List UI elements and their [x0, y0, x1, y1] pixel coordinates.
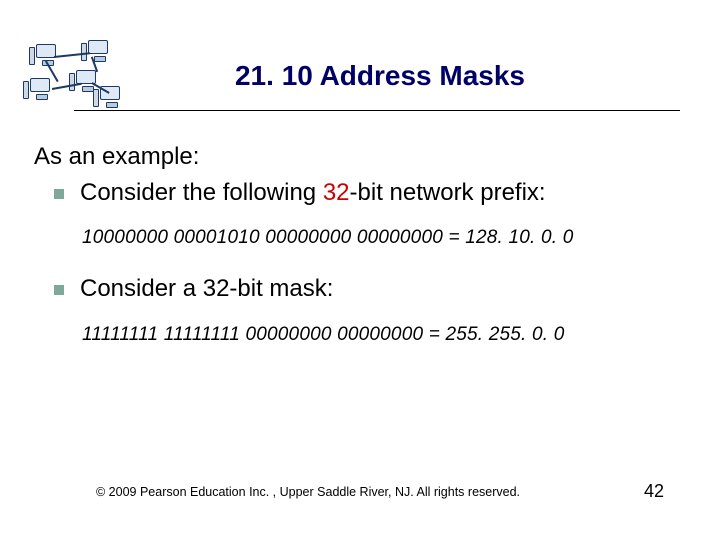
bullet-icon — [54, 285, 64, 295]
bullet-2-text: Consider a 32-bit mask: — [80, 273, 333, 305]
bullet-1: Consider the following 32-bit network pr… — [54, 177, 680, 209]
title-rule — [74, 110, 680, 111]
bullet-1-accent: 32 — [323, 179, 350, 206]
bullet-1-a: Consider the following — [80, 179, 323, 206]
slide: 21. 10 Address Masks As an example: Cons… — [0, 0, 720, 540]
content: As an example: Consider the following 32… — [0, 123, 720, 346]
page-number: 42 — [644, 481, 664, 502]
bullet-2: Consider a 32-bit mask: — [54, 273, 680, 305]
intro-text: As an example: — [34, 143, 680, 171]
bullet-icon — [54, 189, 64, 199]
mask-binary-line: 11111111 11111111 00000000 00000000 = 25… — [82, 324, 680, 346]
footer: © 2009 Pearson Education Inc. , Upper Sa… — [0, 481, 720, 502]
prefix-binary-line: 10000000 00001010 00000000 00000000 = 12… — [82, 227, 680, 249]
bullet-1-b: -bit network prefix: — [350, 179, 546, 206]
header: 21. 10 Address Masks — [0, 0, 720, 123]
slide-title: 21. 10 Address Masks — [80, 60, 680, 92]
copyright-text: © 2009 Pearson Education Inc. , Upper Sa… — [96, 485, 520, 499]
bullet-1-text: Consider the following 32-bit network pr… — [80, 177, 546, 209]
network-computers-icon — [30, 40, 130, 110]
